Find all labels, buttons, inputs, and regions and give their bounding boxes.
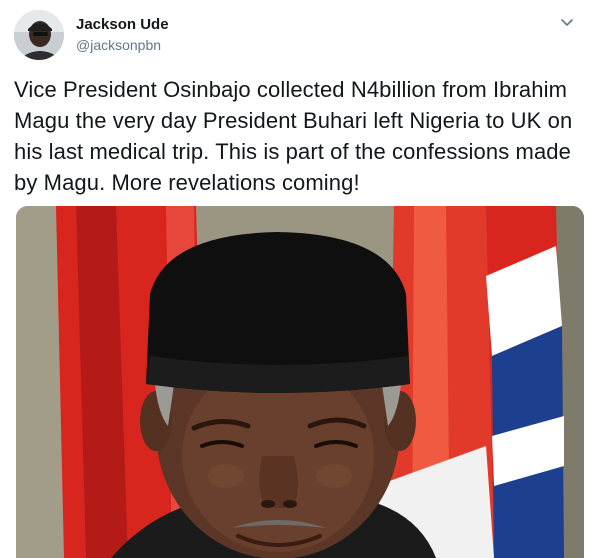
- author-name[interactable]: Jackson Ude: [76, 16, 169, 34]
- tweet-text: Vice President Osinbajo collected N4bill…: [14, 77, 573, 195]
- tweet-card: Jackson Ude @jacksonpbn Vice President O…: [0, 0, 590, 558]
- avatar-image: [14, 10, 64, 60]
- avatar[interactable]: [14, 10, 64, 60]
- photo-image: [16, 206, 584, 558]
- chevron-down-icon[interactable]: [558, 16, 576, 30]
- tweet-photo[interactable]: [16, 206, 584, 558]
- tweet-author: Jackson Ude @jacksonpbn: [76, 16, 169, 54]
- author-handle[interactable]: @jacksonpbn: [76, 36, 169, 54]
